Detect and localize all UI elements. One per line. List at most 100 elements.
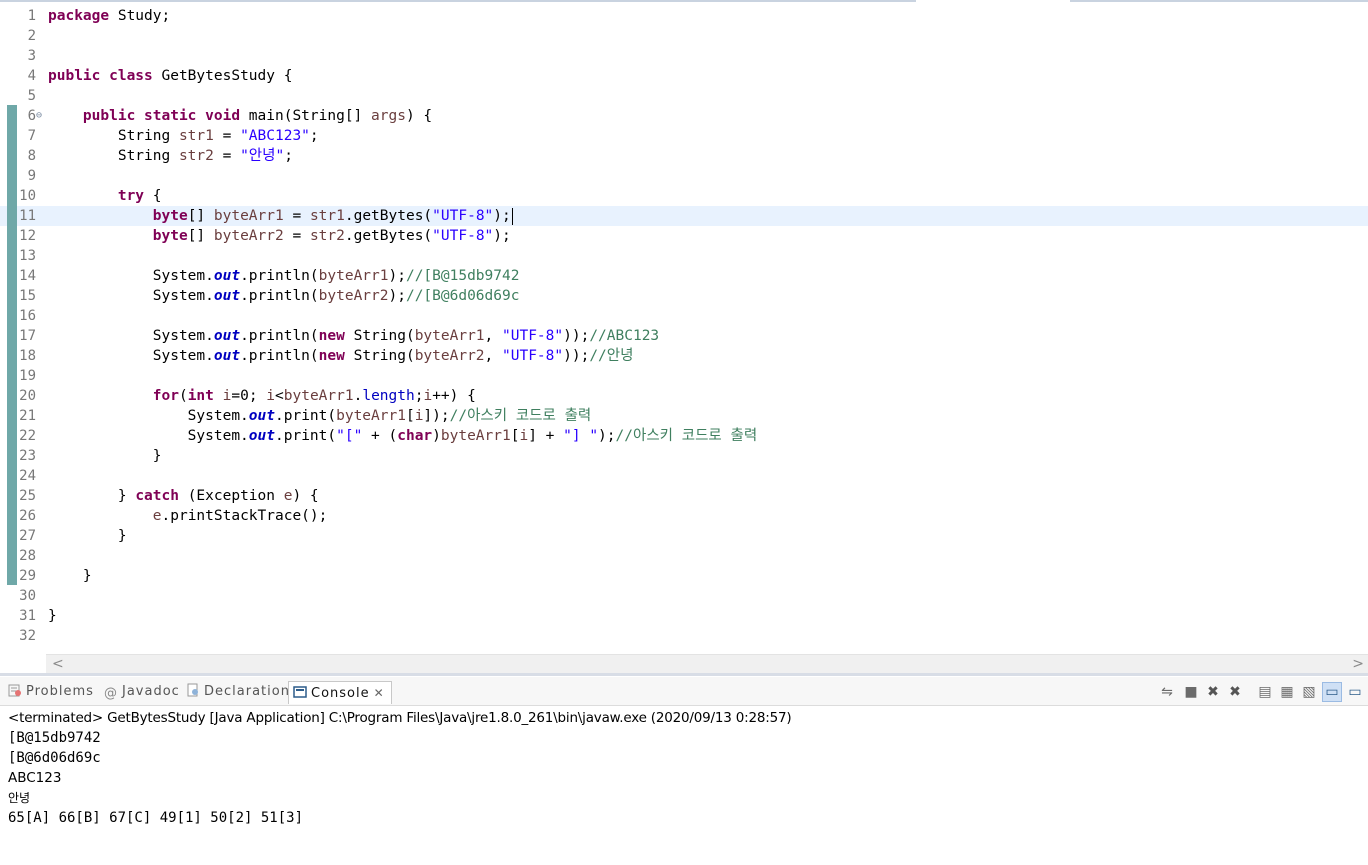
code-text: public class GetBytesStudy { (48, 68, 293, 84)
code-text: System.out.println(byteArr1);//[B@15db97… (48, 268, 520, 284)
horizontal-scrollbar[interactable]: < > (46, 654, 1368, 673)
change-ruler (7, 105, 17, 585)
code-line[interactable]: 30 (0, 586, 1368, 606)
line-number: 28 (19, 548, 36, 564)
line-number: 5 (27, 88, 36, 104)
line-number: 11 (19, 208, 36, 224)
code-line[interactable]: 11 byte[] byteArr1 = str1.getBytes("UTF-… (0, 206, 1368, 226)
show-console-icon[interactable]: ▧ (1300, 683, 1318, 701)
terminate-icon[interactable]: ■ (1182, 683, 1200, 701)
code-line[interactable]: 13 (0, 246, 1368, 266)
tab-javadoc[interactable]: @ Javadoc (104, 681, 180, 703)
close-icon[interactable]: ✕ (374, 686, 385, 700)
code-line[interactable]: 20 for(int i=0; i<byteArr1.length;i++) { (0, 386, 1368, 406)
code-line[interactable]: 2 (0, 26, 1368, 46)
fold-toggle-icon[interactable]: ⊖ (36, 106, 42, 126)
code-line[interactable]: 29 } (0, 566, 1368, 586)
pane-divider[interactable] (0, 673, 1368, 676)
scroll-left-icon[interactable]: < (52, 655, 64, 673)
code-line[interactable]: 25 } catch (Exception e) { (0, 486, 1368, 506)
line-number: 21 (19, 408, 36, 424)
code-line[interactable]: 26 e.printStackTrace(); (0, 506, 1368, 526)
code-line[interactable]: 15 System.out.println(byteArr2);//[B@6d0… (0, 286, 1368, 306)
code-line[interactable]: 17 System.out.println(new String(byteArr… (0, 326, 1368, 346)
line-number: 13 (19, 248, 36, 264)
code-line[interactable]: 4 public class GetBytesStudy { (0, 66, 1368, 86)
code-line[interactable]: 7 String str1 = "ABC123"; (0, 126, 1368, 146)
word-wrap-icon[interactable]: ▦ (1278, 683, 1296, 701)
javadoc-icon: @ (104, 685, 118, 701)
console-output-line: [B@6d06d69c (8, 750, 101, 766)
line-number: 3 (27, 48, 36, 64)
console-output-line: ABC123 (8, 770, 62, 786)
tab-problems-label: Problems (26, 684, 94, 699)
tab-console[interactable]: Console ✕ (288, 681, 392, 704)
code-line[interactable]: 31} (0, 606, 1368, 626)
declaration-icon (187, 683, 198, 696)
code-text: byte[] byteArr1 = str1.getBytes("UTF-8")… (152, 207, 513, 225)
code-line[interactable]: 8 String str2 = "안녕"; (0, 146, 1368, 166)
remove-icon[interactable]: ✖ (1204, 683, 1222, 701)
line-number: 24 (19, 468, 36, 484)
code-line[interactable]: 32 (0, 626, 1368, 646)
remove-launch-icon[interactable]: ⇋ (1158, 683, 1176, 701)
code-line[interactable]: 18 System.out.println(new String(byteArr… (0, 346, 1368, 366)
line-number: 6 (27, 108, 36, 124)
code-line[interactable]: 6 ⊖ public static void main(String[] args… (0, 106, 1368, 126)
code-line[interactable]: 5 (0, 86, 1368, 106)
code-text: e.printStackTrace(); (152, 508, 328, 524)
code-text: try { (117, 188, 162, 204)
console-toolbar: ⇋ ■ ✖ ✖ ▤ ▦ ▧ ▭ ▭ (1148, 681, 1368, 703)
line-number: 29 (19, 568, 36, 584)
code-text: public static void main(String[] args) { (82, 108, 433, 124)
code-line[interactable]: 27 } (0, 526, 1368, 546)
line-number: 8 (27, 148, 36, 164)
remove-all-icon[interactable]: ✖ (1226, 683, 1244, 701)
line-number: 2 (27, 28, 36, 44)
code-line[interactable]: 14 System.out.println(byteArr1);//[B@15d… (0, 266, 1368, 286)
tab-declaration[interactable]: Declaration (186, 681, 290, 703)
scroll-lock-icon[interactable]: ▤ (1256, 683, 1274, 701)
problems-icon (8, 684, 21, 696)
code-line[interactable]: 24 (0, 466, 1368, 486)
line-number: 18 (19, 348, 36, 364)
code-line[interactable]: 16 (0, 306, 1368, 326)
console-view[interactable]: <terminated> GetBytesStudy [Java Applica… (0, 706, 1368, 865)
line-number: 19 (19, 368, 36, 384)
line-number: 31 (19, 608, 36, 624)
top-border-right (1070, 0, 1368, 2)
scroll-right-icon[interactable]: > (1352, 655, 1364, 673)
code-text: System.out.println(new String(byteArr2, … (48, 348, 634, 364)
code-line[interactable]: 21 System.out.print(byteArr1[i]);//아스키 코… (0, 406, 1368, 426)
code-line[interactable]: 23 } (0, 446, 1368, 466)
code-line[interactable]: 28 (0, 546, 1368, 566)
code-line[interactable]: 12 byte[] byteArr2 = str2.getBytes("UTF-… (0, 226, 1368, 246)
code-text: for(int i=0; i<byteArr1.length;i++) { (152, 388, 476, 404)
code-text: System.out.println(byteArr2);//[B@6d06d6… (48, 288, 520, 304)
code-line[interactable]: 19 (0, 366, 1368, 386)
code-line[interactable]: 3 (0, 46, 1368, 66)
tab-problems[interactable]: Problems (8, 681, 94, 703)
code-text: package Study; (48, 8, 171, 24)
line-number: 1 (27, 8, 36, 24)
line-number: 26 (19, 508, 36, 524)
code-text: } (48, 528, 127, 544)
code-line[interactable]: 22 System.out.print("[" + (char)byteArr1… (0, 426, 1368, 446)
line-number: 22 (19, 428, 36, 444)
line-number: 9 (27, 168, 36, 184)
pin-console-icon[interactable]: ▭ (1322, 682, 1342, 702)
code-line[interactable]: 9 (0, 166, 1368, 186)
line-number: 12 (19, 228, 36, 244)
code-text: System.out.print("[" + (char)byteArr1[i]… (48, 428, 758, 444)
code-text: } (48, 608, 57, 624)
code-text: } (48, 448, 162, 464)
line-number: 14 (19, 268, 36, 284)
code-line[interactable]: 10 try { (0, 186, 1368, 206)
code-text: System.out.println(new String(byteArr1, … (48, 328, 660, 344)
console-icon (293, 685, 307, 698)
line-number: 27 (19, 528, 36, 544)
code-text: byte[] byteArr2 = str2.getBytes("UTF-8")… (152, 228, 511, 244)
display-selected-console-icon[interactable]: ▭ (1346, 683, 1364, 701)
code-editor[interactable]: 32 31} 30 29 } 28 27 } 26 e.printStackTrace();… (0, 4, 1368, 673)
code-line[interactable]: 1 package Study; (0, 6, 1368, 26)
